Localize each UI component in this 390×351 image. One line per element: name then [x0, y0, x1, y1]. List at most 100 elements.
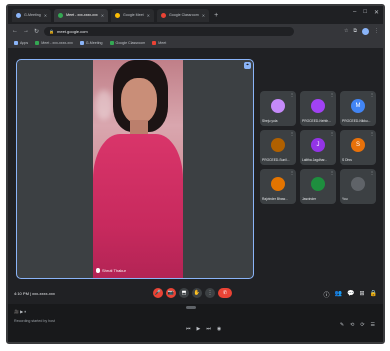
info-icon[interactable]: ⓘ [324, 290, 330, 299]
browser-tab[interactable]: Google Meet ✕ [111, 8, 154, 22]
extensions-icon[interactable]: ⧉ [353, 28, 357, 35]
browser-tab[interactable]: G-Meeting ✕ [12, 8, 52, 22]
new-tab-button[interactable]: + [214, 12, 218, 19]
close-window-button[interactable]: ✕ [374, 9, 379, 16]
avatar [311, 177, 325, 191]
avatar [311, 99, 325, 113]
avatar [271, 99, 285, 113]
host-controls-icon[interactable]: 🔒 [370, 290, 377, 299]
bottom-panel: 🎥 ▶ ⏸ Recording started by host ⏮ ▶ ⏭ ◉ … [8, 304, 383, 342]
call-controls: 🎤 📷 ⬒ ✋ ⋮ ✆ [153, 288, 232, 298]
play-icon[interactable]: ▶ [197, 326, 201, 332]
tile-more-icon[interactable]: ⋮ [290, 92, 294, 97]
bookmark-label: Google Classroom [115, 41, 146, 45]
chat-icon[interactable]: 💬 [347, 290, 354, 299]
bookmark-item[interactable]: Meet - xxx-xxxx-xxx [35, 41, 73, 45]
profile-avatar[interactable] [362, 27, 369, 35]
participant-tile[interactable]: ⋮ S S Dhru [340, 130, 376, 165]
browser-tab[interactable]: Google Classroom ✕ [156, 8, 210, 22]
bookmark-item[interactable]: Meet [152, 41, 166, 45]
participant-tile[interactable]: ⋮ Rajvinder Bhaw... [260, 169, 296, 204]
people-icon[interactable]: 👥 [335, 290, 342, 299]
tab-close-icon[interactable]: ✕ [147, 13, 150, 18]
tile-more-icon[interactable]: ⋮ [290, 131, 294, 136]
activities-icon[interactable]: ⊞ [359, 290, 364, 299]
participant-tile[interactable]: ⋮ PROCEED-Nehth... [300, 91, 336, 126]
bookmark-favicon-icon [79, 41, 84, 45]
pinned-video-tile[interactable]: ⌖ Shruti Thakur [16, 59, 254, 279]
avatar: M [351, 99, 365, 113]
participant-name: Sheju yola [262, 119, 278, 123]
tile-more-icon[interactable]: ⋮ [330, 170, 334, 175]
participant-grid: ⋮ Sheju yola ⋮ PROCEED-Nehth... ⋮ M PROCEED-Ni… [260, 91, 378, 204]
participant-tile[interactable]: ⋮ M PROCEED-Nikku... [340, 91, 376, 126]
forward-icon[interactable]: → [23, 28, 29, 34]
tab-close-icon[interactable]: ✕ [101, 13, 104, 18]
bookmark-item[interactable]: G-Meeting [79, 41, 103, 45]
maximize-button[interactable]: □ [363, 9, 367, 16]
bookmarks-bar: Apps Meet - xxx-xxxx-xxx G-Meeting Google C… [8, 38, 383, 49]
bookmark-favicon-icon [109, 41, 114, 45]
participant-tile[interactable]: ⋮ You [340, 169, 376, 204]
recording-status: Recording started by host [14, 319, 55, 323]
lock-icon: 🔒 [49, 28, 55, 34]
leave-call-button[interactable]: ✆ [218, 288, 232, 298]
camera-toggle-button[interactable]: 📷 [166, 288, 176, 298]
tab-favicon-icon [58, 12, 64, 18]
menu-icon[interactable]: ⋮ [374, 28, 379, 35]
mic-toggle-button[interactable]: 🎤 [153, 288, 163, 298]
participant-tile[interactable]: ⋮ Jasvinder [300, 169, 336, 204]
tile-more-icon[interactable]: ⋮ [330, 92, 334, 97]
raise-hand-button[interactable]: ✋ [192, 288, 202, 298]
tile-more-icon[interactable]: ⋮ [370, 170, 374, 175]
tab-favicon-icon [115, 12, 121, 18]
meeting-info: 4:10 PM | xxx-xxxx-xxx [14, 291, 55, 296]
participant-name-label: Shruti Thakur [96, 268, 126, 273]
tab-label: Google Meet [123, 13, 144, 17]
redo-icon[interactable]: ⟳ [360, 322, 364, 328]
participant-name: Shruti Thakur [102, 268, 126, 273]
address-bar[interactable]: 🔒 meet.google.com [44, 26, 295, 36]
playback-controls: ⏮ ▶ ⏭ ◉ [186, 326, 221, 332]
participant-tile[interactable]: ⋮ Sheju yola [260, 91, 296, 126]
participant-name: PROCEED-Nikku... [342, 119, 371, 123]
tab-label: Meet - xxx-xxxx-xxx [66, 13, 98, 17]
tab-close-icon[interactable]: ✕ [202, 13, 205, 18]
tab-close-icon[interactable]: ✕ [44, 13, 47, 18]
tile-more-icon[interactable]: ⋮ [290, 170, 294, 175]
record-icon[interactable]: ◉ [217, 326, 221, 332]
tile-more-icon[interactable]: ⋮ [330, 131, 334, 136]
recording-controls: 🎥 ▶ ⏸ [14, 309, 27, 314]
undo-icon[interactable]: ⟲ [350, 322, 354, 328]
avatar [271, 138, 285, 152]
tab-label: Google Classroom [168, 13, 199, 17]
present-button[interactable]: ⬒ [179, 288, 189, 298]
browser-tab[interactable]: Meet - xxx-xxxx-xxx ✕ [54, 8, 109, 22]
participant-tile[interactable]: ⋮ J Lalitha Jagdhar... [300, 130, 336, 165]
bookmark-label: Meet - xxx-xxxx-xxx [41, 41, 73, 45]
avatar [351, 177, 365, 191]
minimize-button[interactable]: – [353, 9, 356, 16]
avatar: S [351, 138, 365, 152]
pen-icon[interactable]: ✎ [340, 322, 344, 328]
bookmark-item[interactable]: Apps [14, 41, 28, 45]
bookmark-item[interactable]: Google Classroom [109, 41, 146, 45]
more-options-button[interactable]: ⋮ [205, 288, 215, 298]
list-icon[interactable]: ☰ [371, 322, 375, 328]
url-text: meet.google.com [57, 28, 88, 34]
reload-icon[interactable]: ↻ [34, 28, 39, 35]
bookmark-favicon-icon [152, 41, 157, 45]
tab-favicon-icon [160, 12, 166, 18]
next-icon[interactable]: ⏭ [206, 326, 211, 332]
back-icon[interactable]: ← [12, 28, 18, 34]
bookmark-favicon-icon [14, 41, 18, 45]
pin-icon[interactable]: ⌖ [244, 62, 251, 69]
participant-tile[interactable]: ⋮ PROCEED-Sunil... [260, 130, 296, 165]
bookmark-label: Meet [158, 41, 167, 45]
star-icon[interactable]: ☆ [344, 28, 348, 35]
tab-strip: G-Meeting ✕ Meet - xxx-xxxx-xxx ✕ Google Mee… [8, 6, 383, 24]
previous-icon[interactable]: ⏮ [186, 326, 191, 332]
tile-more-icon[interactable]: ⋮ [370, 131, 374, 136]
tab-label: G-Meeting [24, 13, 41, 17]
tile-more-icon[interactable]: ⋮ [370, 92, 374, 97]
